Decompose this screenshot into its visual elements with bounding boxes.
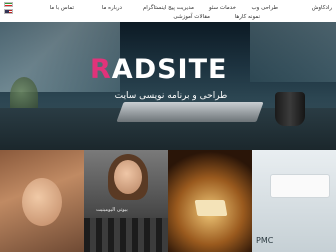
nav-item-radkavosh[interactable]: رادکاوش (312, 5, 332, 12)
language-switcher (4, 2, 13, 14)
background-window (250, 22, 336, 82)
nav-item-articles[interactable]: مقالات آموزشی (173, 14, 210, 21)
uk-flag-icon[interactable] (4, 9, 13, 14)
iran-flag-icon[interactable] (4, 2, 13, 7)
portfolio-tile-2[interactable]: بیوتی الیومینیت (84, 150, 168, 252)
chessboard-image (84, 218, 168, 252)
air-conditioner-image (270, 174, 330, 198)
laptop-image (116, 102, 264, 122)
nav-item-web-design[interactable]: طراحی وب (251, 5, 278, 12)
coffee-cup-image (275, 92, 305, 126)
tile-caption: بیوتی الیومینیت (96, 207, 128, 213)
hero-tagline: طراحی و برنامه نویسی سایت (114, 91, 228, 101)
nav-item-seo[interactable]: خدمات سئو (209, 5, 236, 12)
radsite-logo[interactable]: RADSITE (90, 54, 227, 85)
tile-caption: PMC (256, 236, 274, 245)
tile-image (114, 160, 142, 194)
nav-item-about[interactable]: درباره ما (102, 5, 122, 12)
portfolio-tile-3[interactable] (168, 150, 252, 252)
book-image (194, 200, 228, 216)
portfolio-tile-1[interactable] (0, 150, 84, 252)
portfolio-tile-4[interactable]: PMC (252, 150, 336, 252)
nav-item-contact[interactable]: تماس با ما (50, 5, 74, 12)
nav-item-instagram[interactable]: مدیریت پیج اینستاگرام (143, 5, 194, 12)
nav-item-portfolio[interactable]: نمونه کارها (235, 14, 260, 21)
top-navigation: رادکاوش طراحی وب خدمات سئو مدیریت پیج ای… (0, 0, 336, 23)
tile-image (22, 178, 62, 226)
hero-banner: RADSITE طراحی و برنامه نویسی سایت (0, 22, 336, 150)
